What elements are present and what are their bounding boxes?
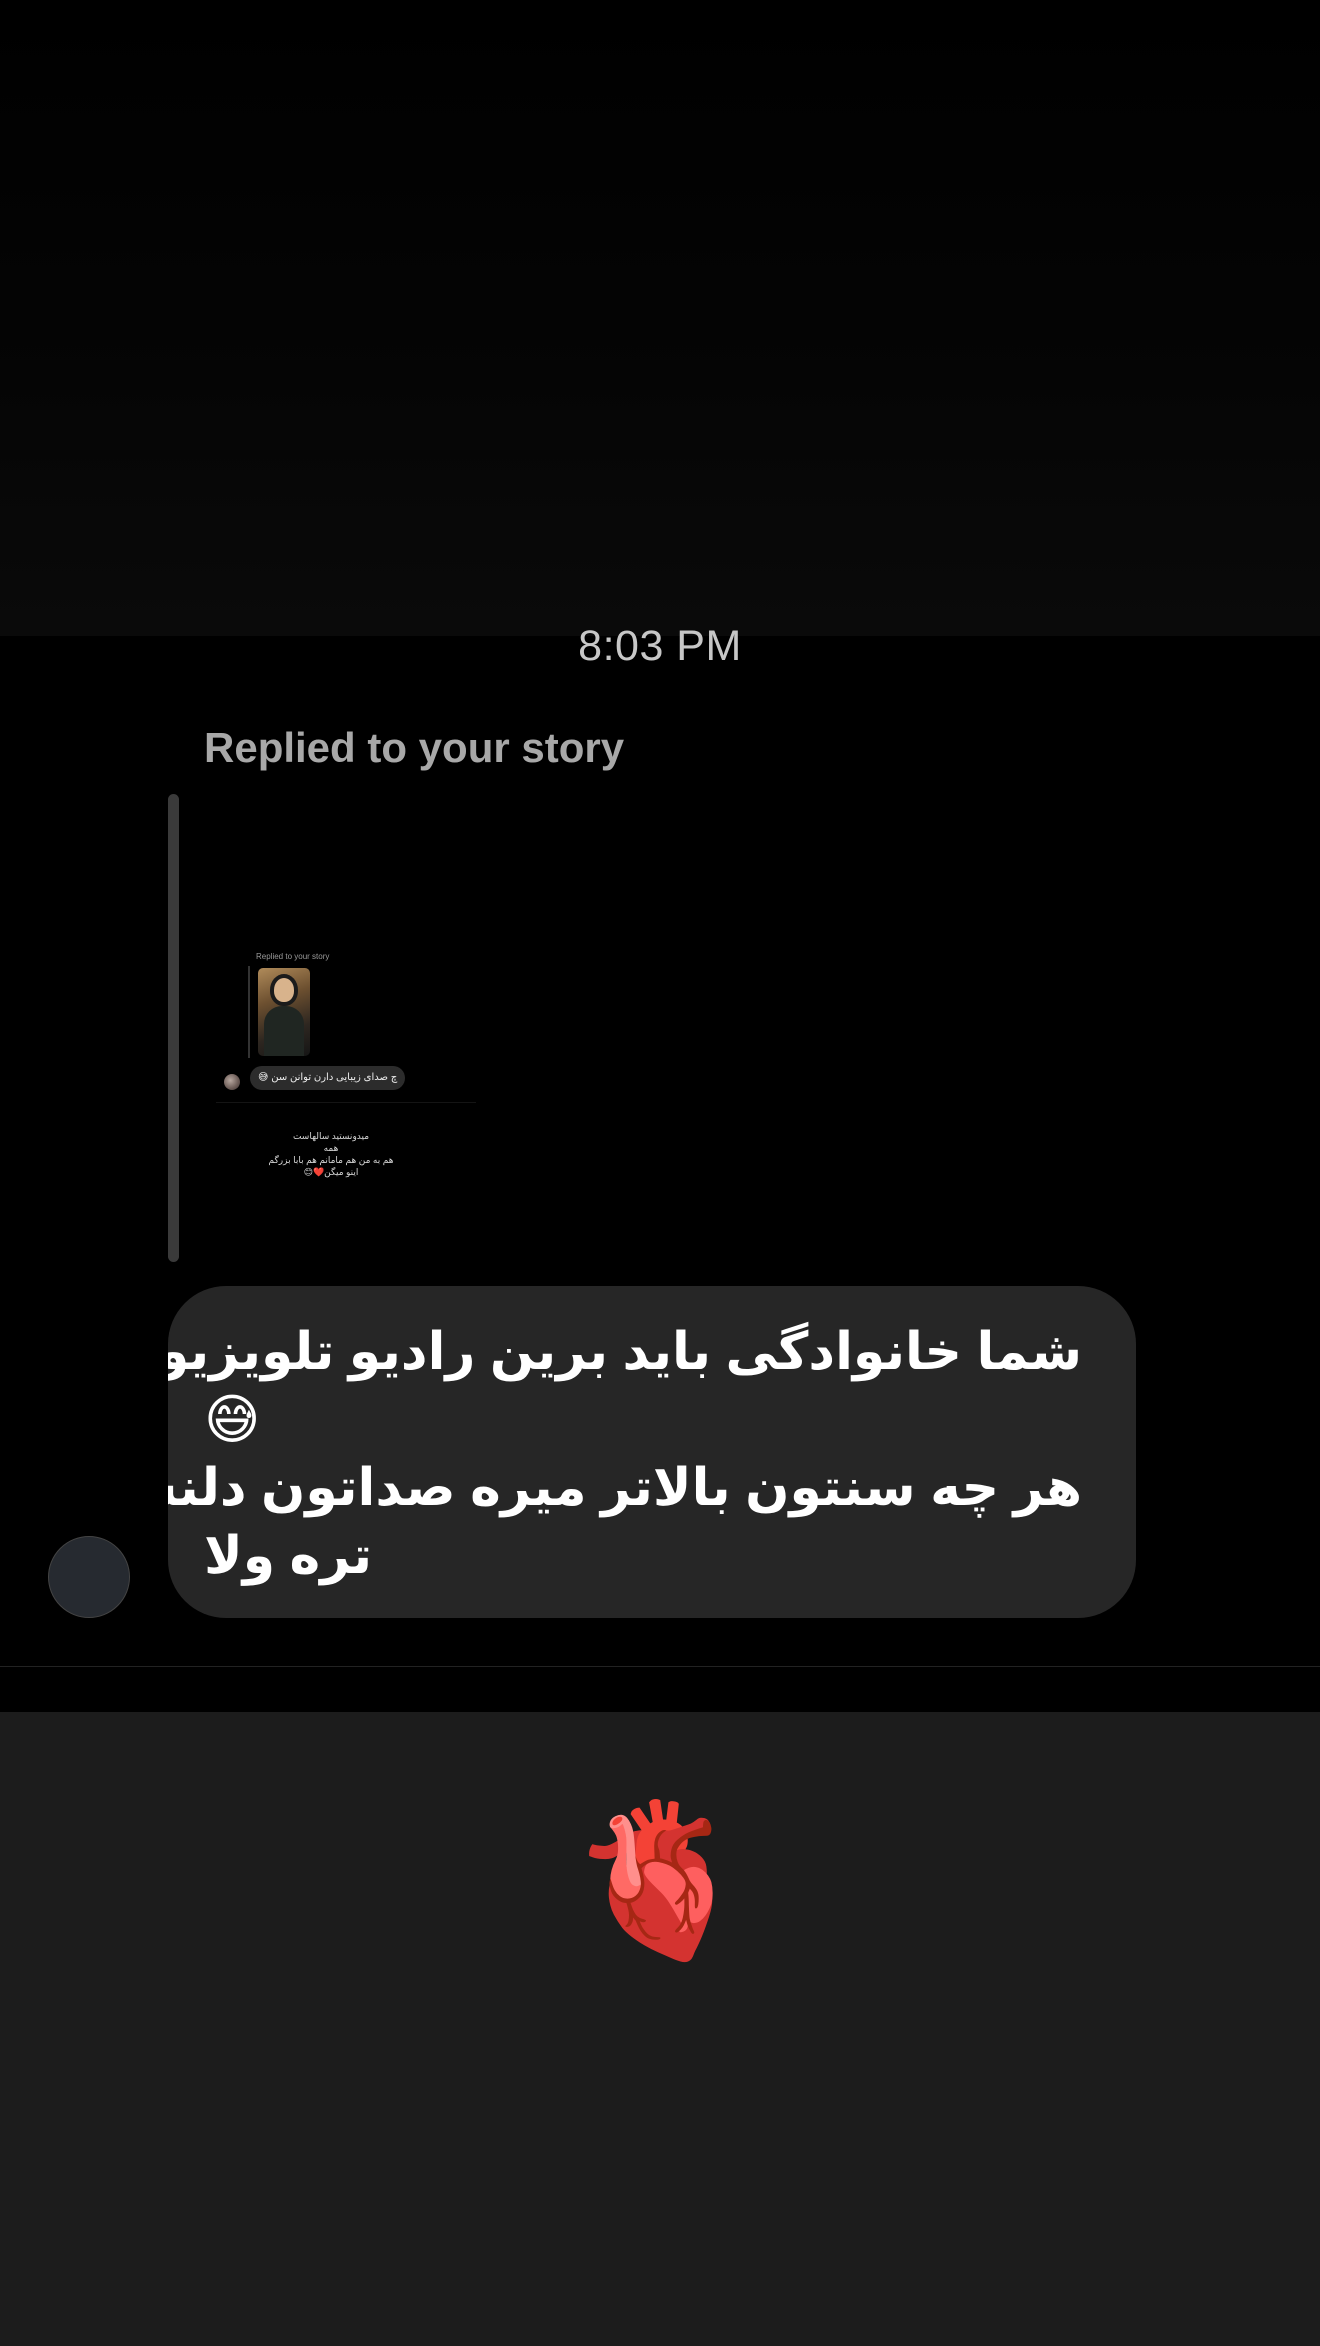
- message-line-2: هر چه سنتون بالاتر میره صداتون دلنشین: [168, 1459, 1082, 1517]
- story-preview-thumbnail[interactable]: Replied to your story چ صدای زیبایی دارن…: [210, 794, 482, 1262]
- caption-line: همه: [323, 1143, 339, 1153]
- story-preview-label: Replied to your story: [256, 952, 330, 961]
- caption-line: میدونستید سالهاست: [292, 1131, 370, 1141]
- message-bubble[interactable]: شما خانوادگی باید برین رادیو تلویزیون 😅 …: [168, 1286, 1136, 1618]
- anatomical-heart-reaction[interactable]: 🫀: [0, 1790, 1320, 1970]
- reaction-panel: 🫀: [0, 1712, 1320, 2346]
- message-line-1: شما خانوادگی باید برین رادیو تلویزیون: [168, 1323, 1082, 1381]
- caption-line: هم به من هم مامانم هم بابا بزرگم: [268, 1155, 394, 1165]
- message-timestamp: 8:03 PM: [578, 622, 742, 670]
- story-preview-separator: [216, 1102, 476, 1103]
- top-empty-area: [0, 0, 1320, 636]
- message-line-3: تره ولا: [204, 1527, 373, 1585]
- caption-line: اینو میگن❤️😊: [303, 1167, 359, 1177]
- photo-person-body: [264, 1006, 304, 1056]
- replied-to-story-label: Replied to your story: [204, 724, 625, 771]
- story-preview-photo: [258, 968, 310, 1056]
- photo-person-head: [274, 978, 294, 1002]
- story-preview-caption: میدونستید سالهاست همه هم به من هم مامانم…: [246, 1130, 416, 1178]
- message-emoji: 😅: [204, 1390, 261, 1450]
- sender-avatar[interactable]: [48, 1536, 130, 1618]
- reply-indicator-bar: [168, 794, 179, 1262]
- story-preview-avatar: [224, 1074, 240, 1090]
- story-preview-reply-bar: [248, 966, 250, 1058]
- story-preview-bubble: چ صدای زیبایی دارن توانن سن 😅: [250, 1066, 406, 1090]
- composer-divider: [0, 1666, 1320, 1667]
